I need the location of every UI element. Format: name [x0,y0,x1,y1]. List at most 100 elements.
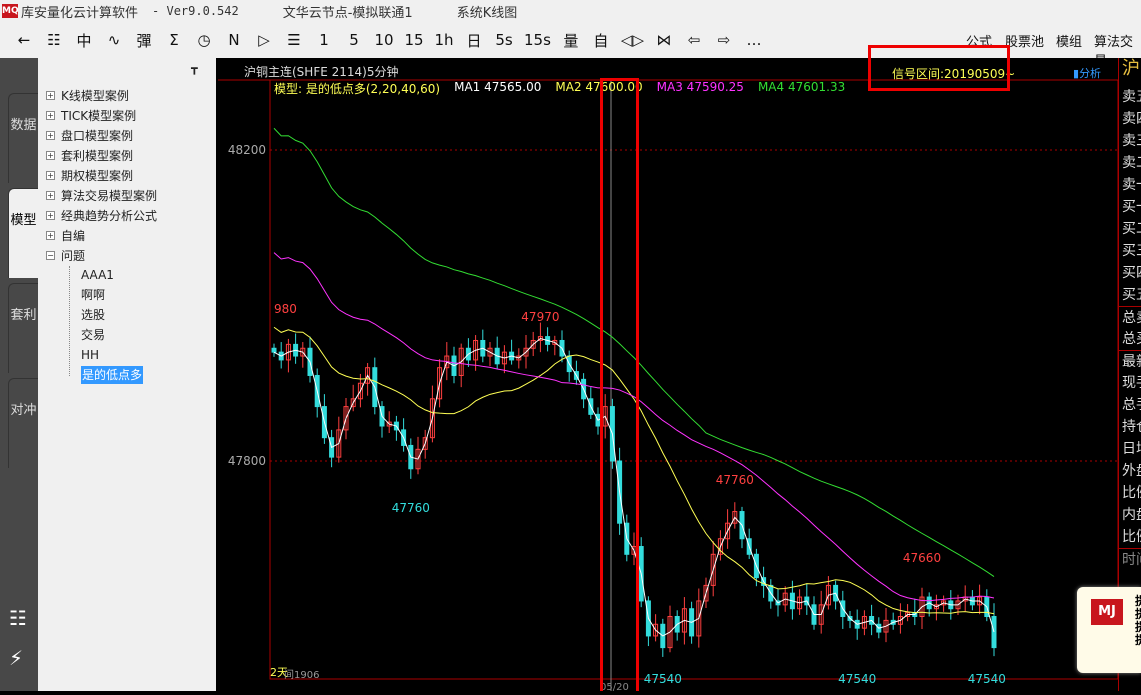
left-tab-bar: 数据 模型 套利 对冲 ☷ ⚡ [0,58,38,691]
quote-title: 沪 [1122,58,1140,79]
strategy-idea-icon[interactable]: ☷ [9,606,27,630]
quote-row-label: 比例 [1122,485,1141,501]
quote-row-label: 买五 [1122,287,1141,303]
quote-row-label: 买四 [1122,265,1141,281]
tab-label: 套利 [10,308,37,323]
quote-row-label: 买一 [1122,199,1141,215]
toolbar-button[interactable]: ⇨ [714,31,734,49]
toolbar-button[interactable]: 自 [591,30,611,51]
toolbar-button[interactable]: 5 [344,31,364,49]
toolbar-button[interactable]: … [744,31,764,49]
expand-icon[interactable]: + [46,130,55,140]
ma1-value: MA1 47565.00 [454,80,542,94]
tree-line [69,266,70,376]
expand-icon[interactable]: − [46,250,55,260]
quote-row-label: 持仓 [1122,419,1141,435]
quote-row-label: 外盘 [1122,463,1141,479]
expand-icon[interactable]: + [46,230,55,240]
popup-text: 提提提提 [1135,595,1141,647]
toolbar-button[interactable]: ▷ [254,31,274,49]
quick-trade-icon[interactable]: ⚡ [9,646,23,670]
menu-1[interactable]: 股票池 [1005,31,1044,50]
toolbar-button[interactable]: 15s [524,31,551,49]
tree-node[interactable]: + 经典趋势分析公式 [46,206,157,224]
expand-icon[interactable]: + [46,150,55,160]
quote-row-label: 卖三 [1122,133,1141,149]
tab-arbitrage[interactable]: 套利 [8,283,38,373]
toolbar-button[interactable]: ← [14,31,34,49]
toolbar-button[interactable]: ◷ [194,31,214,49]
tree-node[interactable]: + K线模型案例 [46,86,129,104]
expand-icon[interactable]: + [46,110,55,120]
tree-leaf[interactable]: 啊啊 [81,286,105,304]
tab-hedge[interactable]: 对冲 [8,378,38,468]
toolbar-button[interactable]: ☰ [284,31,304,49]
tab-model[interactable]: 模型 [8,188,38,278]
tree-node[interactable]: − 问题 [46,246,85,264]
notification-popup[interactable]: MJ 提提提提 [1077,587,1141,673]
toolbar-button[interactable]: 量 [561,30,581,51]
tree-node-label: 套利模型案例 [61,148,134,163]
tab-label: 对冲 [10,403,37,418]
tree-node-label: 经典趋势分析公式 [61,208,158,223]
quote-row-label: 时间 [1119,548,1141,570]
tab-data[interactable]: 数据 [8,93,38,183]
quote-row-label: 最新 [1119,350,1141,372]
toolbar-button[interactable]: 15 [404,31,424,49]
quote-row-label: 买三 [1122,243,1141,259]
kline-chart[interactable]: 48200 47800 980 47970 47760 47760 47660 47540 47… [218,45,1119,693]
candle-body [271,347,277,353]
price-annotation: 47760 [392,501,430,515]
toolbar-button[interactable]: 1 [314,31,334,49]
toolbar-button[interactable]: ∿ [104,31,124,49]
title-bar: MQ 库安量化云计算软件 - Ver9.0.542 文华云节点-模拟联通1 系统… [0,0,1141,22]
tree-node-label: 算法交易模型案例 [61,188,158,203]
menu-2[interactable]: 模组 [1056,31,1082,50]
toolbar-button[interactable]: 10 [374,31,394,49]
model-tree: ┳ + K线模型案例 + TICK模型案例 + 盘口模型案例 + 套利模型案例 + 期权模型案例 +… [38,58,216,691]
toolbar-button[interactable]: Σ [164,31,184,49]
toolbar-button[interactable]: 5s [494,31,514,49]
y-tick-label: 47800 [228,454,266,468]
toolbar-button[interactable]: 彈 [134,30,154,51]
quote-row-label: 卖五 [1122,89,1141,105]
expand-icon[interactable]: + [46,170,55,180]
toolbar-button[interactable]: N [224,31,244,49]
price-annotation: 980 [274,302,297,316]
tree-leaf[interactable]: 交易 [81,326,105,344]
toolbar-button[interactable]: ◁▷ [621,31,644,49]
app-version: - Ver9.0.542 [152,4,239,18]
quote-row-label: 总买 [1122,331,1141,347]
analysis-label: 分析 [1079,67,1102,80]
symbol-title: 沪铜主连(SHFE 2114)5分钟 [244,65,399,79]
tree-node[interactable]: + 算法交易模型案例 [46,186,157,204]
quote-row-label: 卖一 [1122,177,1141,193]
toolbar-button[interactable]: ⋈ [654,31,674,49]
quote-row-label: 卖四 [1122,111,1141,127]
view-name: 系统K线图 [456,5,518,21]
expand-icon[interactable]: + [46,90,55,100]
toolbar-button[interactable]: 中 [74,30,94,51]
tree-node[interactable]: + 自编 [46,226,85,244]
tree-leaf[interactable]: HH [81,346,99,364]
expand-icon[interactable]: + [46,210,55,220]
toolbar-button[interactable]: 1h [434,31,454,49]
tree-leaf[interactable]: AAA1 [81,266,114,284]
toolbar-button[interactable]: ⇦ [684,31,704,49]
tree-node[interactable]: + 期权模型案例 [46,166,133,184]
analysis-button[interactable]: ▮分析 [1073,65,1101,81]
tree-leaf[interactable]: 是的低点多 [81,366,144,384]
tree-leaf[interactable]: 选股 [81,306,105,324]
pin-icon[interactable]: ┳ [191,62,198,75]
plot-frame [269,79,1119,680]
quote-row-label: 比例 [1122,529,1141,545]
tree-node[interactable]: + TICK模型案例 [46,106,136,124]
expand-icon[interactable]: + [46,190,55,200]
tree-node-label: K线模型案例 [61,88,129,103]
toolbar-button[interactable]: 日 [464,30,484,51]
tree-node[interactable]: + 套利模型案例 [46,146,133,164]
toolbar-button[interactable]: ☷ [44,31,64,49]
quote-row-label: 总卖 [1119,306,1141,328]
tree-node[interactable]: + 盘口模型案例 [46,126,133,144]
indicator-legend: 模型: 是的低点多(2,20,40,60) MA1 47565.00 MA2 4… [274,80,845,97]
